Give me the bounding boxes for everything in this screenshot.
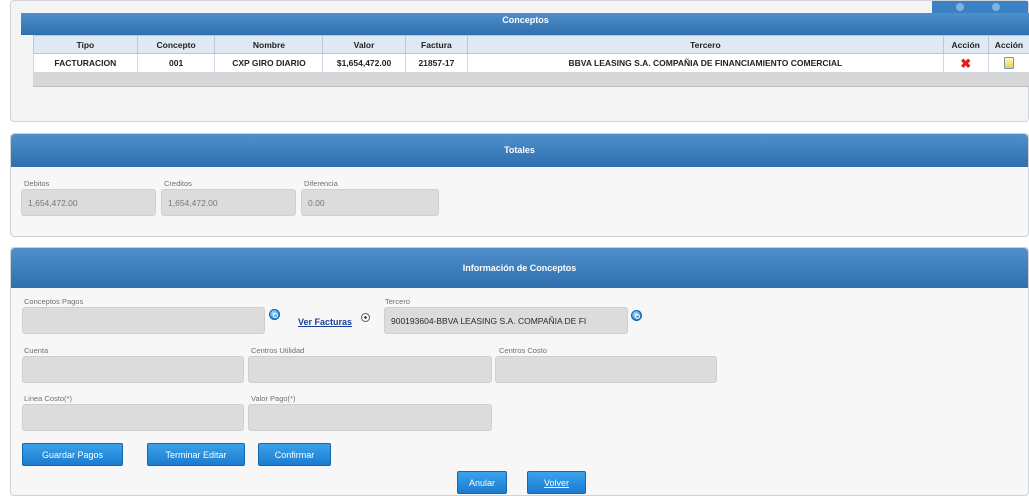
column-header-accion-1: Acción — [942, 35, 989, 54]
column-header-factura: Factura — [404, 35, 469, 54]
table-footer-bar — [33, 73, 1029, 87]
tercero-search-icon[interactable] — [631, 310, 642, 321]
delete-x-icon[interactable]: ✖ — [960, 56, 971, 71]
cell-accion-edit — [987, 53, 1029, 73]
creditos-label: Creditos — [164, 179, 192, 188]
column-header-concepto: Concepto — [136, 35, 216, 54]
creditos-field: 1,654,472.00 — [161, 189, 296, 216]
cell-factura: 21857-17 — [404, 53, 469, 73]
column-header-tercero: Tercero — [467, 35, 944, 54]
column-header-accion-2: Acción — [987, 35, 1029, 54]
table-header-row: Tipo Concepto Nombre Valor Factura Terce… — [33, 35, 1029, 54]
conceptos-table: Tipo Concepto Nombre Valor Factura Terce… — [33, 35, 1029, 73]
column-header-nombre: Nombre — [214, 35, 324, 54]
linea-costo-label: Linea Costo(*) — [24, 394, 72, 403]
debitos-label: Debitos — [24, 179, 50, 188]
control-dot-icon — [992, 3, 1000, 11]
control-dot-icon — [956, 3, 964, 11]
cell-nombre: CXP GIRO DIARIO — [214, 53, 324, 73]
cell-accion-delete: ✖ — [942, 53, 989, 73]
conceptos-pagos-label: Conceptos Pagos — [24, 297, 84, 306]
tercero-field[interactable]: 900193604-BBVA LEASING S.A. COMPAÑIA DE … — [384, 307, 628, 334]
column-header-tipo: Tipo — [33, 35, 138, 54]
informacion-conceptos-title: Información de Conceptos — [11, 248, 1028, 288]
ver-facturas-link[interactable]: Ver Facturas — [298, 317, 352, 327]
informacion-conceptos-panel: Información de Conceptos Conceptos Pagos… — [10, 247, 1029, 496]
cell-concepto: 001 — [136, 53, 216, 73]
centros-utilidad-field[interactable] — [248, 356, 492, 383]
eye-icon[interactable] — [361, 313, 370, 322]
cuenta-label: Cuenta — [24, 346, 49, 355]
centros-utilidad-label: Centros Utilidad — [251, 346, 305, 355]
confirmar-button[interactable]: Confirmar — [258, 443, 331, 466]
valor-pago-label: Valor Pago(*) — [251, 394, 296, 403]
terminar-editar-button[interactable]: Terminar Editar — [147, 443, 245, 466]
cell-tercero: BBVA LEASING S.A. COMPAÑIA DE FINANCIAMI… — [467, 53, 944, 73]
centros-costo-field[interactable] — [495, 356, 717, 383]
anular-button[interactable]: Anular — [457, 471, 507, 494]
guardar-pagos-button[interactable]: Guardar Pagos — [22, 443, 123, 466]
linea-costo-field[interactable] — [22, 404, 244, 431]
conceptos-pagos-field[interactable] — [22, 307, 265, 334]
conceptos-title: Conceptos — [21, 13, 1029, 35]
cell-tipo: FACTURACION — [33, 53, 138, 73]
edit-document-icon[interactable] — [1003, 57, 1014, 69]
cuenta-field[interactable] — [22, 356, 244, 383]
centros-costo-label: Centros Costo — [499, 346, 547, 355]
cell-valor: $1,654,472.00 — [322, 53, 406, 73]
volver-button[interactable]: Volver — [527, 471, 586, 494]
diferencia-field: 0.00 — [301, 189, 439, 216]
debitos-field: 1,654,472.00 — [21, 189, 156, 216]
valor-pago-field[interactable] — [248, 404, 492, 431]
tercero-label: Tercero — [385, 297, 411, 306]
totales-panel: Totales Debitos 1,654,472.00 Creditos 1,… — [10, 133, 1029, 237]
conceptos-pagos-search-icon[interactable] — [269, 309, 280, 320]
conceptos-panel: Conceptos Tipo Concepto Nombre Valor Fac… — [10, 0, 1029, 122]
table-row: FACTURACION 001 CXP GIRO DIARIO $1,654,4… — [33, 53, 1029, 73]
column-header-valor: Valor — [322, 35, 406, 54]
totales-title: Totales — [11, 134, 1028, 167]
diferencia-label: Diferencia — [304, 179, 338, 188]
